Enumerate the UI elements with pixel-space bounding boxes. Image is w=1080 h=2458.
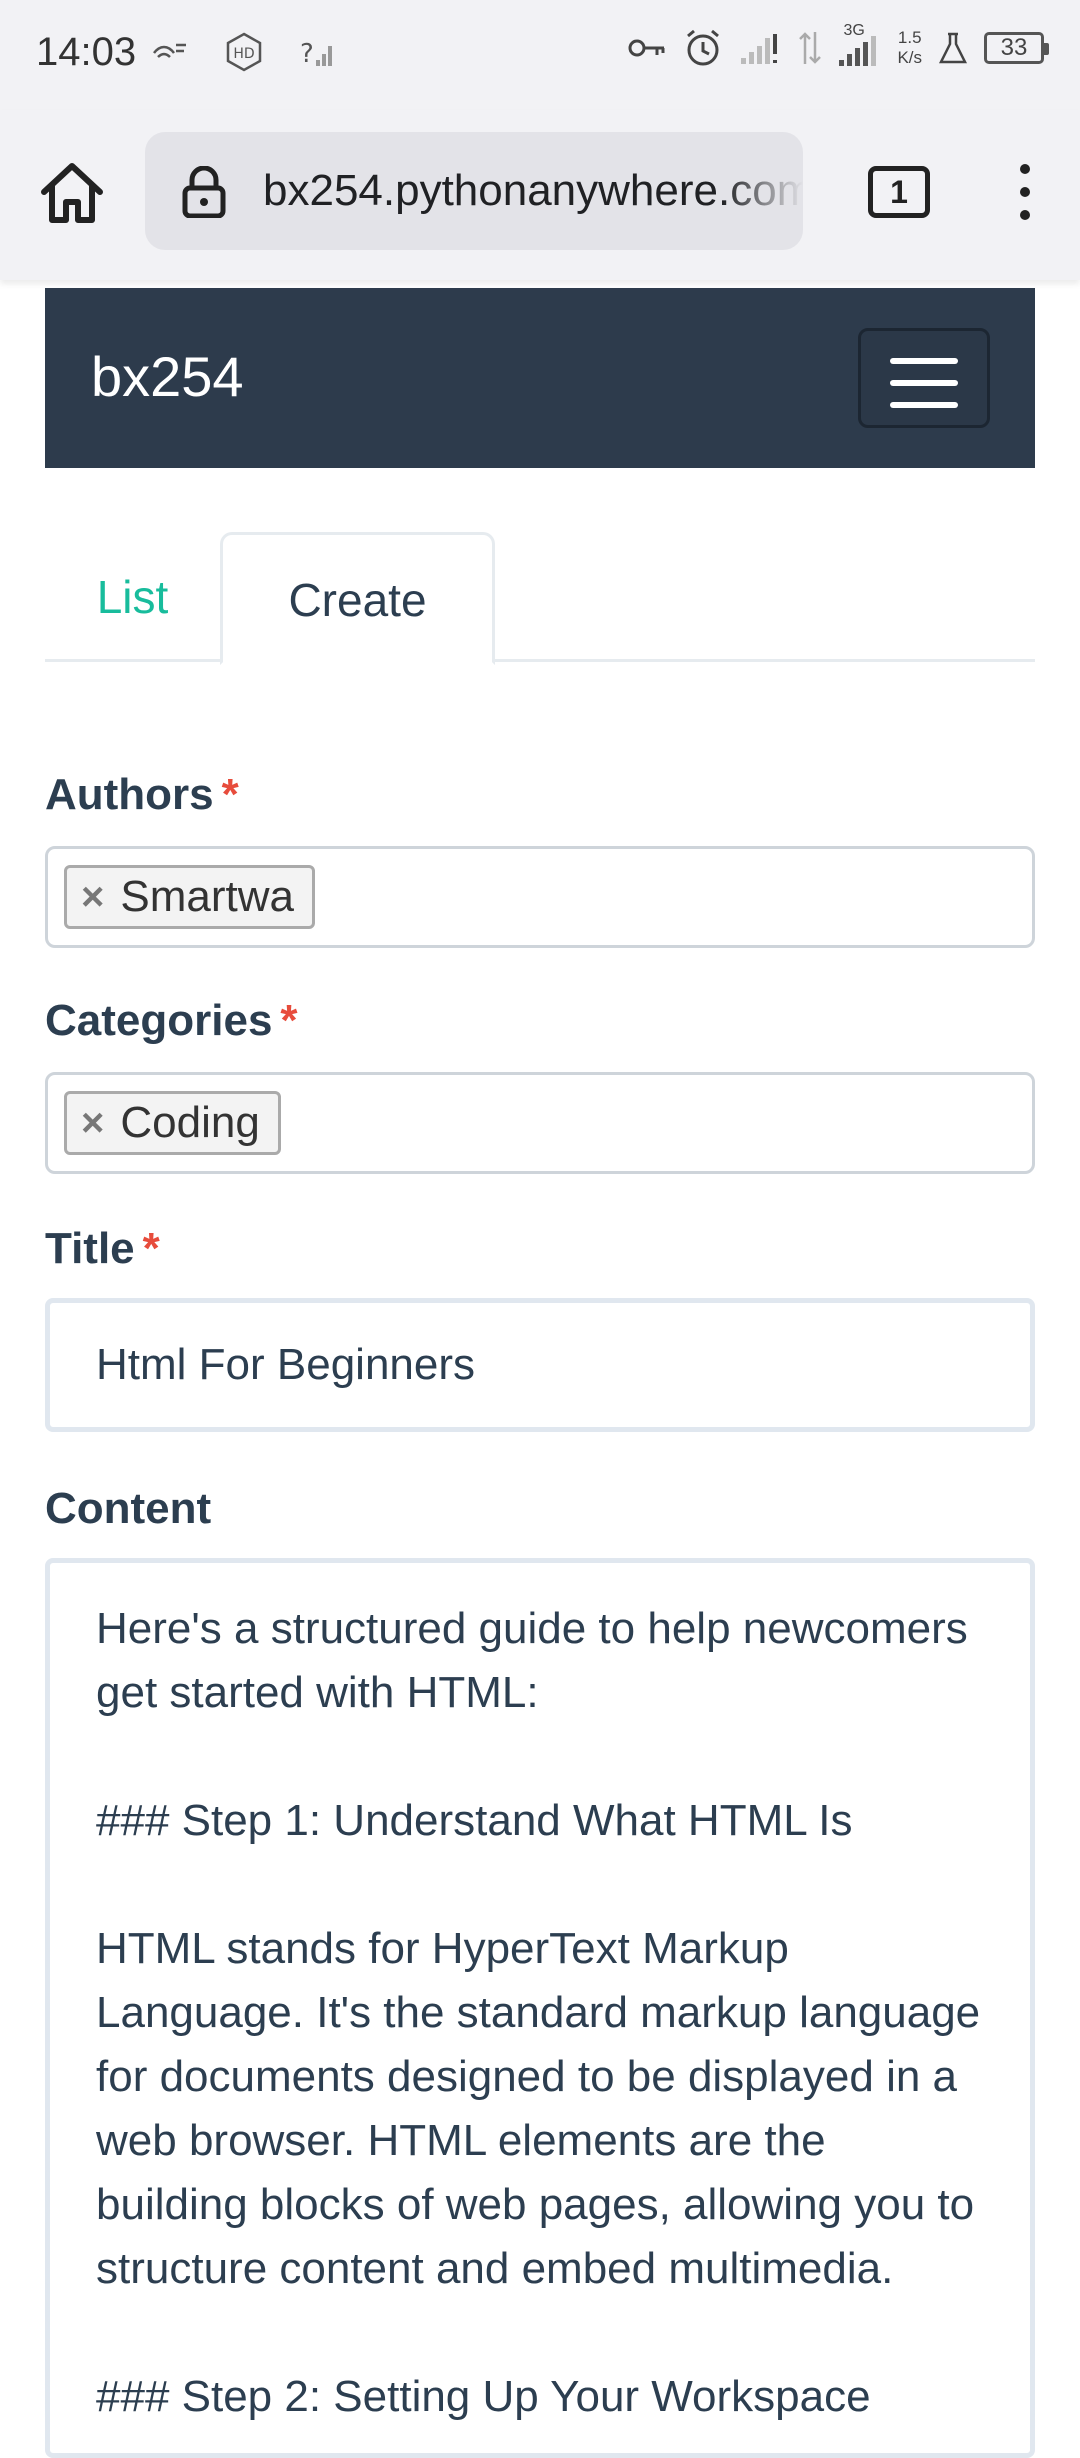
hamburger-menu-button[interactable] xyxy=(858,328,990,428)
selected-author-label: Smartwa xyxy=(120,872,294,921)
authors-label: Authors * xyxy=(45,770,239,820)
battery-icon: 33 xyxy=(984,32,1049,64)
remove-author-icon[interactable]: × xyxy=(81,875,104,920)
alarm-icon xyxy=(687,29,720,66)
lab-icon xyxy=(938,32,968,64)
signal-icon xyxy=(741,34,778,64)
lock-icon xyxy=(182,166,226,218)
required-mark: * xyxy=(280,996,298,1045)
authors-select[interactable]: × Smartwa xyxy=(45,846,1035,948)
content-paragraph: ### Step 2: Setting Up Your Workspace xyxy=(96,2372,871,2421)
no-signal-icon: ? xyxy=(300,39,332,69)
content-paragraph: HTML stands for HyperText Markup Languag… xyxy=(96,1924,981,2293)
speed-value: 1.5 xyxy=(897,28,922,47)
title-input[interactable]: Html For Beginners xyxy=(45,1298,1035,1432)
browser-toolbar: bx254.pythonanywhere.com 1 xyxy=(0,110,1080,280)
vpn-key-icon xyxy=(628,39,665,57)
content-paragraph: ### Step 1: Understand What HTML Is xyxy=(96,1796,853,1845)
tabs-bar: List Create xyxy=(45,532,1035,665)
network-speed: 1.5 K/s xyxy=(897,28,922,68)
categories-label: Categories * xyxy=(45,996,298,1046)
content-paragraph: Here's a structured guide to help newcom… xyxy=(96,1604,968,1717)
title-label: Title * xyxy=(45,1224,160,1274)
tab-create[interactable]: Create xyxy=(220,532,495,665)
content-textarea[interactable]: Here's a structured guide to help newcom… xyxy=(45,1558,1035,2458)
svg-text:?: ? xyxy=(300,39,314,69)
speed-unit: K/s xyxy=(897,48,922,67)
selected-category-label: Coding xyxy=(120,1098,260,1147)
categories-select[interactable]: × Coding xyxy=(45,1072,1035,1174)
content-label: Content xyxy=(45,1484,211,1534)
title-label-text: Title xyxy=(45,1224,135,1273)
more-menu-icon[interactable] xyxy=(1008,164,1042,224)
tab-switcher-button[interactable]: 1 xyxy=(868,166,930,218)
authors-label-text: Authors xyxy=(45,770,214,819)
content-label-text: Content xyxy=(45,1484,212,1533)
status-bar: 14:03 HD ? 3G 1.5 K/s 33 xyxy=(0,0,1080,110)
categories-label-text: Categories xyxy=(45,996,273,1045)
tab-list[interactable]: List xyxy=(45,532,220,665)
site-navbar: bx254 xyxy=(45,288,1035,468)
hd-icon: HD xyxy=(226,32,262,72)
required-mark: * xyxy=(142,1224,160,1273)
remove-category-icon[interactable]: × xyxy=(81,1101,104,1146)
data-arrows-icon xyxy=(799,32,822,64)
signal-3g-icon: 3G xyxy=(837,22,881,68)
selected-author-chip: × Smartwa xyxy=(64,865,315,929)
notification-icon xyxy=(153,43,186,58)
home-icon[interactable] xyxy=(38,158,106,226)
svg-text:HD: HD xyxy=(233,46,254,62)
site-brand[interactable]: bx254 xyxy=(91,344,244,409)
status-time: 14:03 xyxy=(36,30,137,74)
selected-category-chip: × Coding xyxy=(64,1091,281,1155)
battery-level: 33 xyxy=(1000,34,1028,61)
address-bar[interactable]: bx254.pythonanywhere.com xyxy=(145,132,803,250)
url-text: bx254.pythonanywhere.com xyxy=(263,166,803,215)
required-mark: * xyxy=(221,770,239,819)
